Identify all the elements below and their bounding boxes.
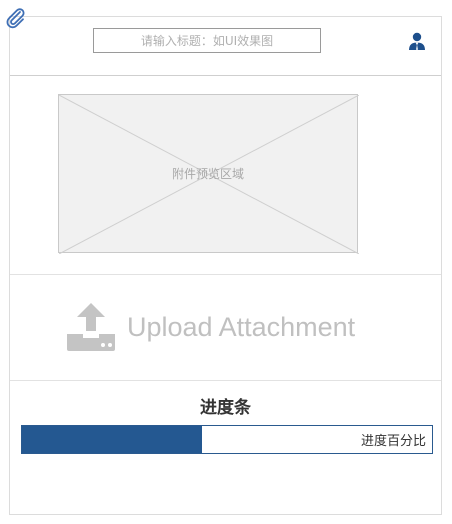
upload-attachment-button[interactable]: Upload Attachment [65,301,355,353]
attachment-card: 附件预览区域 Upload Attachment 进度条 进度百分比 [9,16,442,515]
upload-icon [67,303,115,351]
progress-section: 进度条 进度百分比 [10,381,441,514]
paperclip-icon[interactable] [3,5,27,29]
attachment-preview-area: 附件预览区域 [58,94,359,254]
upload-section: Upload Attachment [10,275,441,381]
user-icon[interactable] [407,31,427,51]
progress-fill [22,426,203,453]
card-header [10,17,441,76]
progress-title: 进度条 [200,398,251,418]
preview-label-text: 附件预览区域 [171,167,244,181]
progress-percent-label: 进度百分比 [360,434,426,449]
progress-bar: 进度百分比 [21,425,433,454]
preview-label: 附件预览区域 [59,95,357,252]
upload-label: Upload Attachment [127,311,356,342]
title-input[interactable] [93,28,321,53]
preview-section: 附件预览区域 [10,76,441,275]
